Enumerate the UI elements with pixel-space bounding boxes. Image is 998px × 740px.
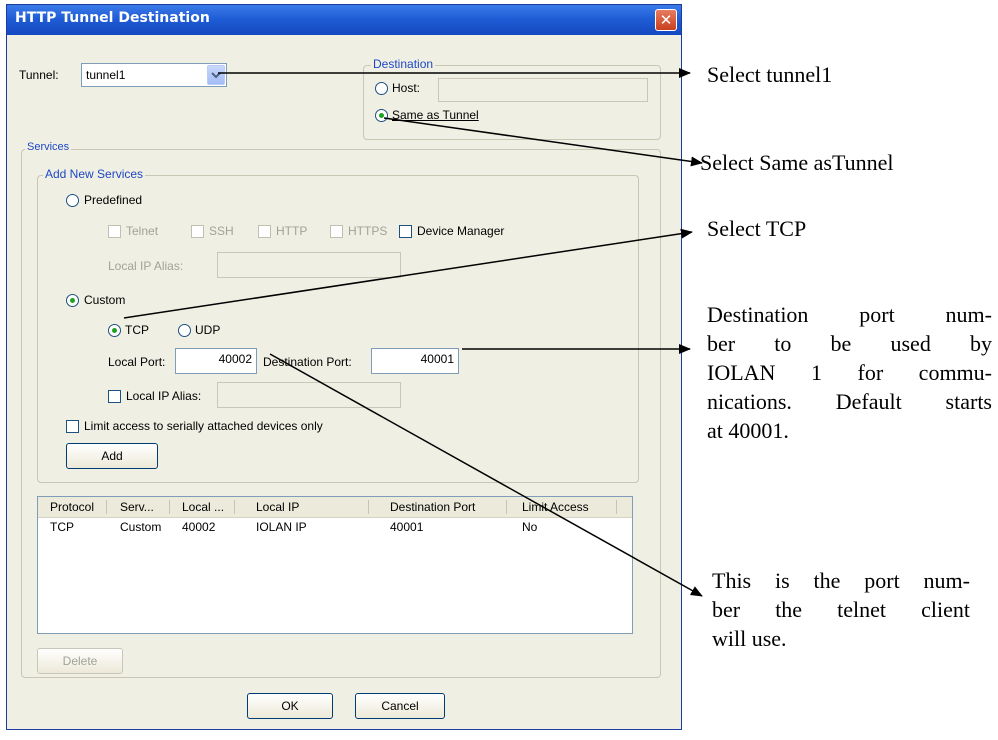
annotation-local-port-line: will use. [712, 626, 787, 651]
arrow-local-port [269, 353, 703, 597]
annotation-destination-port-line: nications. Default starts [707, 389, 992, 414]
annotation-local-port-line: This is the port num- [712, 568, 970, 593]
annotation-destination-port-line: at 40001. [707, 418, 789, 443]
annotation-local-port-line: ber the telnet client [712, 597, 970, 622]
annotation-local-port: This is the port num- ber the telnet cli… [712, 566, 970, 653]
annotation-select-tunnel: Select tunnel1 [707, 62, 833, 87]
annotation-destination-port-line: ber to be used by [707, 331, 992, 356]
annotation-select-tcp: Select TCP [707, 216, 807, 241]
annotation-destination-port: Destination port num- ber to be used by … [707, 300, 992, 445]
annotation-destination-port-line: IOLAN 1 for commu- [707, 360, 992, 385]
annotation-select-same-as-tunnel: Select Same asTunnel [700, 150, 894, 175]
annotation-destination-port-line: Destination port num- [707, 302, 992, 327]
arrow-select-same-as-tunnel [383, 117, 703, 167]
arrow-select-tcp [123, 228, 693, 319]
